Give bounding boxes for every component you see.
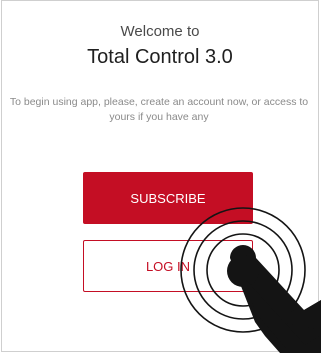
- welcome-message: To begin using app, please, create an ac…: [9, 96, 309, 123]
- welcome-greeting: Welcome to: [120, 23, 200, 40]
- welcome-screen: Welcome to Total Control 3.0 To begin us…: [1, 0, 319, 352]
- app-title: Total Control 3.0: [87, 46, 233, 68]
- subscribe-button[interactable]: SUBSCRIBE: [83, 172, 253, 224]
- login-button[interactable]: LOG IN: [83, 240, 253, 292]
